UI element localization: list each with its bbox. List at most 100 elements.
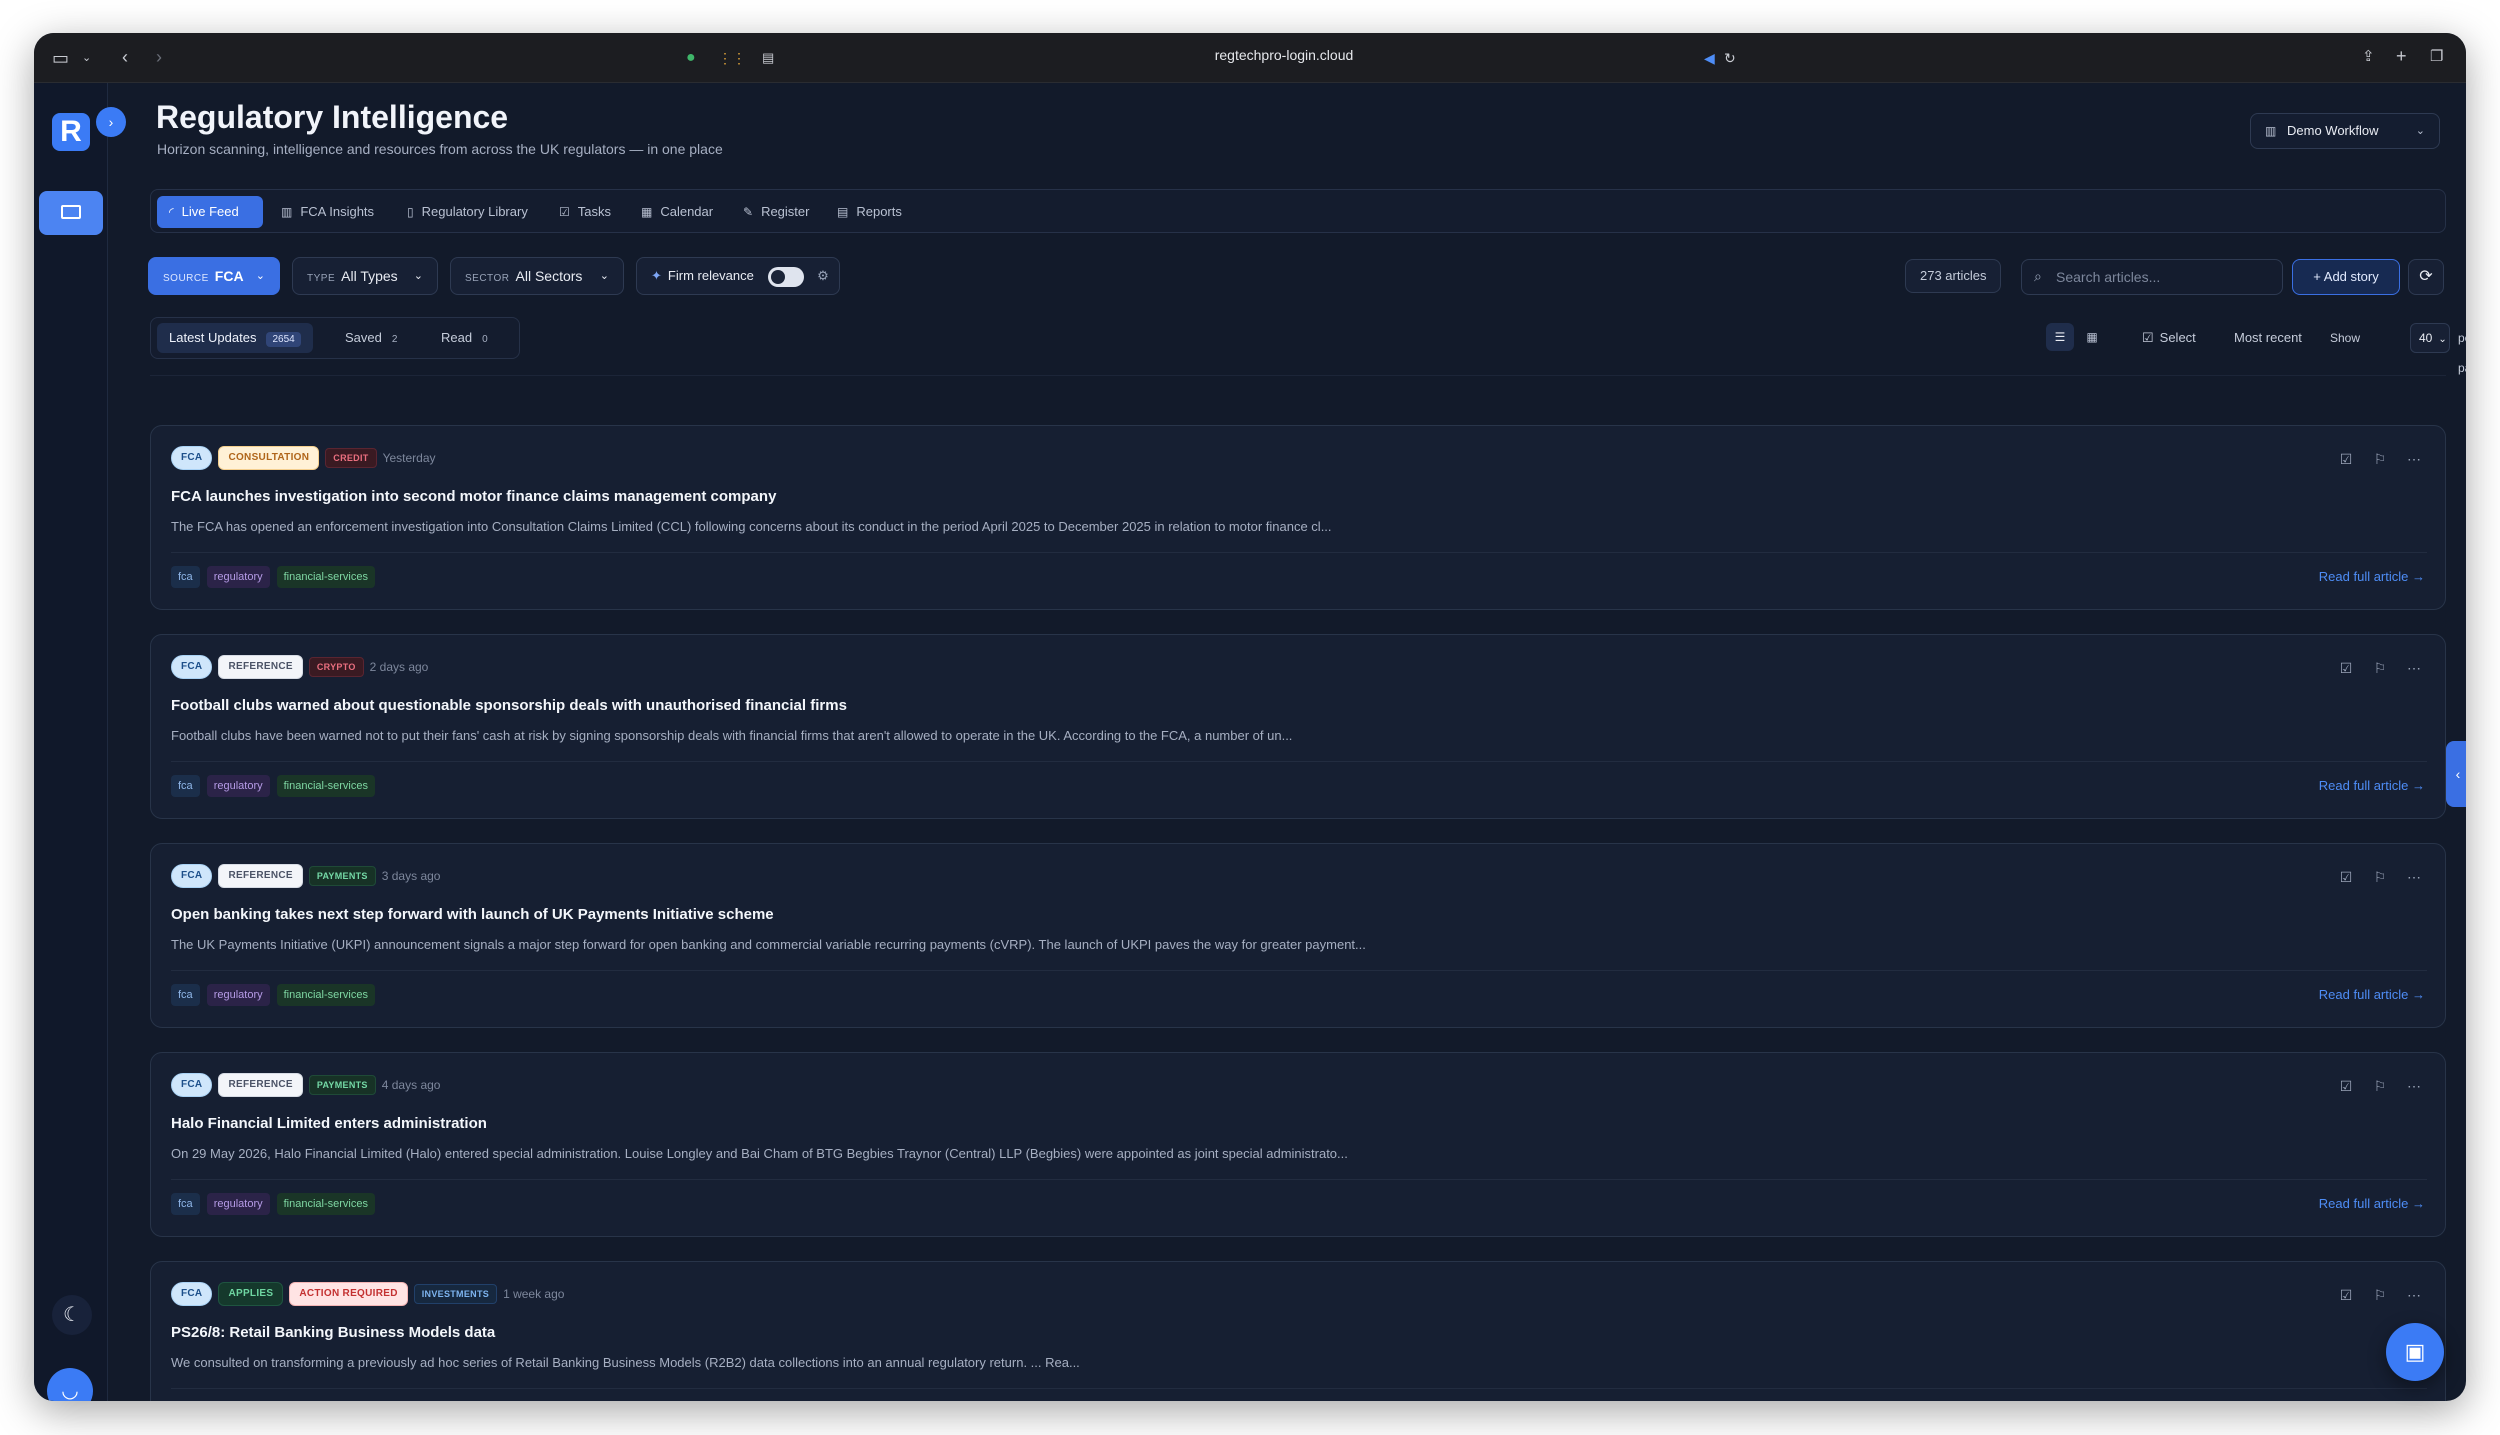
sector-badge: INVESTMENTS xyxy=(413,1284,498,1304)
sidebar-toggle-icon[interactable]: ▭ xyxy=(52,49,69,67)
tag[interactable]: fca xyxy=(171,984,200,1006)
grid-icon: ▦ xyxy=(2086,330,2098,344)
grid-view-button[interactable]: ▦ xyxy=(2078,323,2106,351)
rss-icon: ◜ xyxy=(169,205,174,219)
user-avatar-button[interactable]: ◡ xyxy=(47,1368,93,1401)
mark-read-icon[interactable]: ☑ xyxy=(2335,1075,2357,1097)
address-bar[interactable]: regtechpro-login.cloud xyxy=(1184,47,1384,63)
article-time: 2 days ago xyxy=(369,660,429,674)
subtab-saved[interactable]: Saved 2 xyxy=(333,323,409,353)
sector-filter[interactable]: SECTOR All Sectors ⌄ xyxy=(450,257,624,295)
read-full-article-link[interactable]: Read full article → xyxy=(2319,778,2425,793)
doc-type-badge: REFERENCE xyxy=(218,655,303,679)
article-card[interactable]: FCA REFERENCE CRYPTO 2 days ago ☑ ⚐ ⋯ Football … xyxy=(150,634,2446,819)
bookmark-icon[interactable]: ⚐ xyxy=(2369,1075,2391,1097)
tag[interactable]: regulatory xyxy=(206,984,270,1006)
bookmark-icon[interactable]: ⚐ xyxy=(2369,657,2391,679)
bookmark-icon[interactable]: ⚐ xyxy=(2369,866,2391,888)
select-button[interactable]: ☑ Select xyxy=(2142,323,2196,353)
tag[interactable]: regulatory xyxy=(206,775,270,797)
article-card[interactable]: FCA REFERENCE PAYMENTS 3 days ago ☑ ⚐ ⋯ Open ba… xyxy=(150,843,2446,1028)
card-divider xyxy=(171,1388,2427,1389)
article-title[interactable]: Open banking takes next step forward wit… xyxy=(171,906,774,923)
subtab-read[interactable]: Read 0 xyxy=(429,323,500,353)
tab-tasks[interactable]: ☑ Tasks xyxy=(547,196,623,228)
chevron-down-icon[interactable]: ⌄ xyxy=(82,49,91,67)
search-icon: ⌕ xyxy=(2034,268,2042,284)
sidebar-item-news[interactable] xyxy=(39,191,103,235)
new-tab-icon[interactable]: + xyxy=(2396,47,2407,65)
mark-read-icon[interactable]: ☑ xyxy=(2335,1284,2357,1306)
dark-mode-toggle[interactable]: ☾ xyxy=(52,1295,92,1335)
sparkle-icon: ✦ xyxy=(651,268,662,283)
article-card[interactable]: FCA CONSULTATION CREDIT Yesterday ☑ ⚐ ⋯ FCA lau… xyxy=(150,425,2446,610)
newspaper-icon xyxy=(61,205,81,219)
mark-read-icon[interactable]: ☑ xyxy=(2335,657,2357,679)
tag[interactable]: financial-services xyxy=(276,566,375,588)
tag[interactable]: financial-services xyxy=(276,775,375,797)
edit-icon: ✎ xyxy=(743,205,754,219)
article-badges: FCA REFERENCE PAYMENTS 3 days ago xyxy=(171,864,440,888)
article-actions: ☑ ⚐ ⋯ xyxy=(2323,1075,2425,1097)
tab-fca-insights[interactable]: ▥ FCA Insights xyxy=(269,196,387,228)
tag[interactable]: regulatory xyxy=(206,566,270,588)
article-card[interactable]: FCA APPLIES ACTION REQUIRED INVESTMENTS 1 we… xyxy=(150,1261,2446,1401)
tab-live-feed[interactable]: ◜ Live Feed xyxy=(157,196,263,228)
article-title[interactable]: Football clubs warned about questionable… xyxy=(171,697,847,714)
article-card[interactable]: FCA REFERENCE PAYMENTS 4 days ago ☑ ⚐ ⋯ Halo Fi… xyxy=(150,1052,2446,1237)
mark-read-icon[interactable]: ☑ xyxy=(2335,448,2357,470)
firm-relevance-toggle[interactable] xyxy=(767,266,804,287)
type-filter[interactable]: TYPE All Types ⌄ xyxy=(292,257,438,295)
action-required-badge: ACTION REQUIRED xyxy=(289,1282,408,1306)
more-icon[interactable]: ⋯ xyxy=(2403,866,2425,888)
refresh-button[interactable]: ⟳ xyxy=(2408,259,2444,295)
app-logo[interactable]: R xyxy=(52,113,90,151)
tag[interactable]: fca xyxy=(171,1193,200,1215)
grammarly-icon[interactable]: ● xyxy=(686,49,696,67)
bookmark-icon[interactable]: ⚐ xyxy=(2369,448,2391,470)
forward-icon[interactable]: › xyxy=(156,48,162,66)
back-icon[interactable]: ‹ xyxy=(122,48,128,66)
tag[interactable]: financial-services xyxy=(276,984,375,1006)
source-filter[interactable]: SOURCE FCA ⌄ xyxy=(148,257,280,295)
article-title[interactable]: Halo Financial Limited enters administra… xyxy=(171,1115,487,1132)
settings-icon[interactable]: ⚙ xyxy=(817,268,829,283)
article-title[interactable]: PS26/8: Retail Banking Business Models d… xyxy=(171,1324,495,1341)
list-view-button[interactable]: ☰ xyxy=(2046,323,2074,351)
more-icon[interactable]: ⋯ xyxy=(2403,1284,2425,1306)
tag[interactable]: financial-services xyxy=(276,1193,375,1215)
audio-icon[interactable]: ◀ xyxy=(1704,49,1715,67)
tag[interactable]: regulatory xyxy=(206,1193,270,1215)
more-icon[interactable]: ⋯ xyxy=(2403,1075,2425,1097)
share-icon[interactable]: ⇪ xyxy=(2362,48,2375,66)
read-full-article-link[interactable]: Read full article → xyxy=(2319,987,2425,1002)
more-icon[interactable]: ⋯ xyxy=(2403,657,2425,679)
sort-button[interactable]: Most recent xyxy=(2234,323,2302,353)
tag[interactable]: fca xyxy=(171,566,200,588)
read-full-article-link[interactable]: Read full article → xyxy=(2319,1196,2425,1211)
tab-regulatory-library[interactable]: ▯ Regulatory Library xyxy=(395,196,541,228)
mark-read-icon[interactable]: ☑ xyxy=(2335,866,2357,888)
app-sidebar: R › ☾ ◡ xyxy=(34,83,126,1401)
more-icon[interactable]: ⋯ xyxy=(2403,448,2425,470)
filter-label: SOURCE xyxy=(163,273,209,284)
tab-calendar[interactable]: ▦ Calendar xyxy=(629,196,725,228)
tab-reports[interactable]: ▤ Reports xyxy=(825,196,913,228)
subtab-latest-updates[interactable]: Latest Updates 2654 xyxy=(157,323,313,353)
reader-icon[interactable]: ▤ xyxy=(762,49,774,67)
apps-grid-icon[interactable]: ⋮⋮ xyxy=(718,49,746,67)
article-actions: ☑ ⚐ ⋯ xyxy=(2323,1284,2425,1306)
search-input[interactable] xyxy=(2056,260,2276,294)
read-full-article-link[interactable]: Read full article → xyxy=(2319,569,2425,584)
reload-icon[interactable]: ↻ xyxy=(1724,49,1736,67)
chat-button[interactable]: ▣ xyxy=(2386,1323,2444,1381)
bookmark-icon[interactable]: ⚐ xyxy=(2369,1284,2391,1306)
workflow-dropdown[interactable]: ▥ Demo Workflow ⌄ xyxy=(2250,113,2440,149)
add-story-button[interactable]: + Add story xyxy=(2292,259,2400,295)
tabs-overview-icon[interactable]: ❐ xyxy=(2430,48,2443,66)
per-page-select[interactable]: 40 ⌄ xyxy=(2410,323,2450,353)
tag[interactable]: fca xyxy=(171,775,200,797)
collapse-panel-tab[interactable]: ‹ xyxy=(2446,741,2466,807)
article-title[interactable]: FCA launches investigation into second m… xyxy=(171,488,776,505)
tab-register[interactable]: ✎ Register xyxy=(731,196,819,228)
